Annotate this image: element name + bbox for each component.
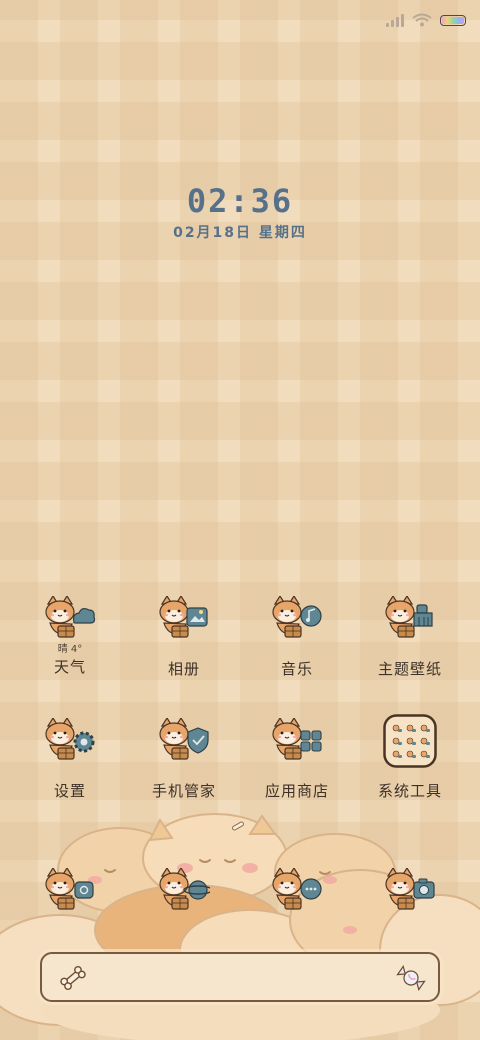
app-weather[interactable]: 晴 4° 天气 <box>15 596 125 677</box>
shiba-store-icon <box>271 718 322 764</box>
signal-icon <box>386 13 404 27</box>
dock-app-4[interactable] <box>355 868 465 914</box>
clock-time: 02:36 <box>186 182 294 220</box>
app-label: 应用商店 <box>264 782 329 800</box>
app-settings[interactable]: 设置 <box>15 718 125 801</box>
dock-app-3[interactable] <box>242 868 352 914</box>
sleeping-shiba-illustration <box>0 813 480 1040</box>
app-folder-system-tools[interactable]: 系统工具 <box>355 714 465 801</box>
app-label: 主题壁纸 <box>377 660 442 678</box>
wifi-icon <box>412 13 432 27</box>
search-bar[interactable] <box>40 952 440 1002</box>
shiba-message-icon <box>271 868 322 914</box>
dock-app-1[interactable] <box>15 868 125 914</box>
dock-app-2[interactable] <box>129 868 239 914</box>
app-store[interactable]: 应用商店 <box>242 718 352 801</box>
candy-icon[interactable] <box>396 964 426 992</box>
app-gallery[interactable]: 相册 <box>129 596 239 679</box>
shiba-planet-icon <box>158 868 210 914</box>
app-themes[interactable]: 主题壁纸 <box>355 596 465 679</box>
app-music[interactable]: 音乐 <box>242 596 352 679</box>
app-label: 天气 <box>53 658 86 676</box>
status-bar <box>386 10 466 30</box>
app-label: 设置 <box>53 782 86 800</box>
battery-icon <box>440 14 466 26</box>
clock-date: 02月18日 星期四 <box>173 225 307 241</box>
shiba-phone-icon <box>44 868 94 914</box>
shiba-music-icon <box>271 596 322 642</box>
app-label: 相册 <box>167 660 200 678</box>
app-label: 系统工具 <box>377 782 442 800</box>
shiba-photo-icon <box>158 596 208 642</box>
app-label: 手机管家 <box>151 782 216 800</box>
clock-widget[interactable]: 02:36 02月18日 星期四 <box>0 182 480 242</box>
app-label: 音乐 <box>280 660 313 678</box>
shiba-cloud-icon <box>44 596 96 642</box>
shiba-gear-icon <box>44 718 95 764</box>
shiba-shield-icon <box>158 718 209 764</box>
folder-icon <box>383 714 437 768</box>
weather-text: 晴 4° <box>57 644 83 655</box>
app-phone-manager[interactable]: 手机管家 <box>129 718 239 801</box>
shiba-camera-icon <box>384 868 435 914</box>
shiba-brush-icon <box>384 596 433 642</box>
bone-icon[interactable] <box>58 964 88 992</box>
